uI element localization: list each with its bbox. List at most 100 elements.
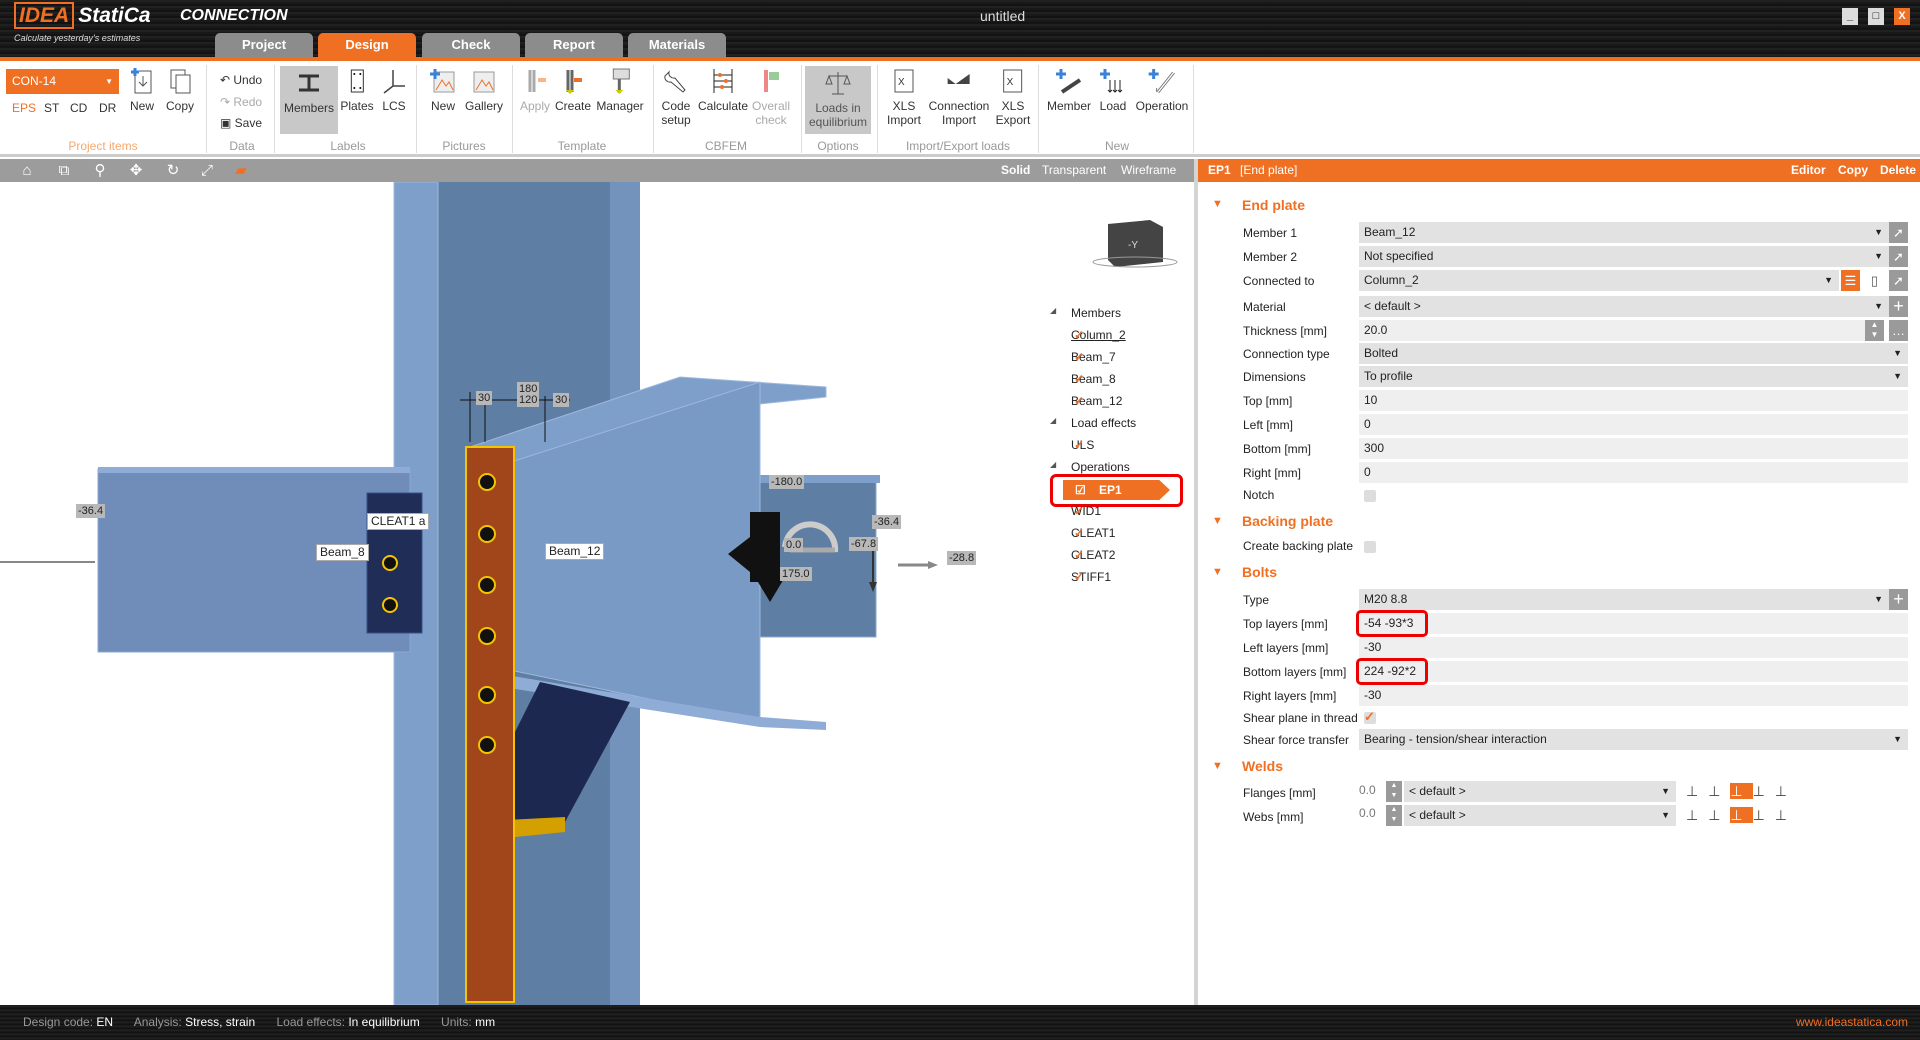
- collapse-icon[interactable]: ▼: [1212, 566, 1223, 578]
- right-layers-input[interactable]: -30: [1359, 685, 1908, 706]
- tree-item[interactable]: ✓ Beam_7: [1071, 350, 1116, 364]
- bottom-input[interactable]: 300: [1359, 438, 1908, 459]
- tree-item[interactable]: ✓ Beam_12: [1071, 394, 1122, 408]
- redo-button[interactable]: ↷ Redo: [220, 95, 262, 109]
- view-solid[interactable]: Solid: [1001, 163, 1030, 177]
- tab-report[interactable]: Report: [525, 33, 623, 57]
- checkbox-icon[interactable]: ✓: [1074, 372, 1084, 386]
- copy-operation-button[interactable]: Copy: [1838, 159, 1868, 182]
- left-layers-input[interactable]: -30: [1359, 637, 1908, 658]
- tree-group-members[interactable]: ◢ Members: [1050, 306, 1121, 320]
- home-icon[interactable]: ⌂: [18, 162, 36, 179]
- member1-select[interactable]: Beam_12 ▼: [1359, 222, 1889, 243]
- stepper-icon[interactable]: ▲ ▼: [1386, 805, 1402, 826]
- checkbox-icon[interactable]: ✓: [1074, 438, 1084, 452]
- calculate-button[interactable]: Calculate: [698, 66, 748, 113]
- tab-design[interactable]: Design: [318, 33, 416, 57]
- right-input[interactable]: 0: [1359, 462, 1908, 483]
- stepper-icon[interactable]: ▲ ▼: [1865, 320, 1884, 341]
- connection-import-button[interactable]: Connection Import: [929, 66, 989, 127]
- maximize-button[interactable]: □: [1868, 8, 1884, 25]
- 3d-viewport[interactable]: -Y CLEAT1 a Beam_8 Beam_12 180 120 30 30…: [0, 182, 1194, 1005]
- xls-export-button[interactable]: X XLS Export: [996, 66, 1030, 127]
- member2-select[interactable]: Not specified ▼: [1359, 246, 1889, 267]
- tree-item[interactable]: ✓ ULS: [1071, 438, 1094, 452]
- new-member-button[interactable]: Member: [1047, 66, 1091, 113]
- project-item-select[interactable]: CON-14 ▼: [6, 69, 119, 94]
- xls-import-button[interactable]: X XLS Import: [887, 66, 921, 127]
- gallery-button[interactable]: Gallery: [465, 66, 503, 113]
- connection-type-select[interactable]: Bolted ▼: [1359, 343, 1908, 364]
- tree-item[interactable]: ✓ STIFF1: [1071, 570, 1111, 584]
- zoom-icon[interactable]: ⚲: [91, 162, 109, 179]
- dimensions-select[interactable]: To profile ▼: [1359, 366, 1908, 387]
- flange-connect-icon[interactable]: ☰: [1841, 270, 1860, 291]
- mode-eps[interactable]: EPS: [12, 101, 36, 115]
- connected-to-select[interactable]: Column_2 ▼: [1359, 270, 1839, 291]
- checkbox-icon[interactable]: ✓: [1074, 548, 1084, 562]
- tree-item[interactable]: ✓ CLEAT2: [1071, 548, 1115, 562]
- checkbox-icon[interactable]: ✓: [1074, 394, 1084, 408]
- pan-icon[interactable]: ✥: [127, 162, 145, 179]
- tree-item[interactable]: ✓ WID1: [1071, 504, 1101, 518]
- pick-cursor-icon[interactable]: ➚: [1889, 270, 1908, 291]
- add-icon[interactable]: +: [1889, 296, 1908, 317]
- web-weld-type-select[interactable]: < default > ▼: [1404, 805, 1676, 826]
- weld-type-icons[interactable]: ⊥⊥⊥⊥⊥: [1686, 805, 1787, 826]
- checkbox-icon[interactable]: ✓: [1074, 570, 1084, 584]
- mode-dr[interactable]: DR: [99, 101, 116, 115]
- pick-cursor-icon[interactable]: ➚: [1889, 222, 1908, 243]
- top-layers-input[interactable]: -54 -93*3: [1359, 613, 1908, 634]
- template-manager-button[interactable]: Manager: [596, 66, 644, 113]
- rotate-icon[interactable]: ↻: [164, 162, 182, 179]
- tab-materials[interactable]: Materials: [628, 33, 726, 57]
- website-link[interactable]: www.ideastatica.com: [1796, 1005, 1908, 1040]
- thickness-input[interactable]: 20.0: [1359, 320, 1865, 341]
- collapse-icon[interactable]: ▼: [1212, 198, 1223, 210]
- checkbox-icon[interactable]: ✓: [1074, 504, 1084, 518]
- loads-in-equilibrium-toggle[interactable]: Loads in equilibrium: [804, 66, 872, 134]
- top-input[interactable]: 10: [1359, 390, 1908, 411]
- new-operation-button[interactable]: Operation: [1136, 66, 1188, 113]
- template-create-button[interactable]: Create: [555, 66, 591, 113]
- labels-plates-button[interactable]: Plates: [340, 66, 374, 113]
- add-icon[interactable]: +: [1889, 589, 1908, 610]
- delete-operation-button[interactable]: Delete: [1880, 159, 1916, 182]
- create-backing-plate-checkbox[interactable]: [1364, 541, 1376, 553]
- minimize-button[interactable]: _: [1842, 8, 1858, 25]
- tree-item[interactable]: ✓ CLEAT1: [1071, 526, 1115, 540]
- tab-project[interactable]: Project: [215, 33, 313, 57]
- collapse-icon[interactable]: ▼: [1212, 515, 1223, 527]
- web-weld-size[interactable]: 0.0: [1359, 806, 1376, 820]
- new-load-button[interactable]: Load: [1098, 66, 1128, 113]
- checkbox-icon[interactable]: ✓: [1074, 350, 1084, 364]
- close-button[interactable]: X: [1894, 8, 1910, 25]
- solid-view-icon[interactable]: ▰: [232, 162, 250, 179]
- collapse-icon[interactable]: ▼: [1212, 760, 1223, 772]
- tree-group-operations[interactable]: ◢ Operations: [1050, 460, 1130, 474]
- flange-weld-type-select[interactable]: < default > ▼: [1404, 781, 1676, 802]
- editor-button[interactable]: Editor: [1791, 159, 1826, 182]
- save-button[interactable]: ▣ Save: [220, 116, 262, 130]
- notch-checkbox[interactable]: [1364, 490, 1376, 502]
- new-item-button[interactable]: New: [127, 66, 157, 113]
- more-icon[interactable]: …: [1889, 320, 1908, 341]
- bolt-type-select[interactable]: M20 8.8 ▼: [1359, 589, 1889, 610]
- labels-lcs-button[interactable]: LCS: [379, 66, 409, 113]
- checkbox-icon[interactable]: ✓: [1074, 526, 1084, 540]
- tab-check[interactable]: Check: [422, 33, 520, 57]
- zoom-window-icon[interactable]: ⧉: [55, 162, 73, 179]
- pick-cursor-icon[interactable]: ➚: [1889, 246, 1908, 267]
- stepper-icon[interactable]: ▲ ▼: [1386, 781, 1402, 802]
- left-input[interactable]: 0: [1359, 414, 1908, 435]
- weld-type-icons[interactable]: ⊥⊥⊥⊥⊥: [1686, 781, 1787, 802]
- tree-item[interactable]: ✓ Beam_8: [1071, 372, 1116, 386]
- material-select[interactable]: < default > ▼: [1359, 296, 1889, 317]
- checkbox-icon[interactable]: ✓: [1074, 328, 1084, 342]
- undo-button[interactable]: ↶ Undo: [220, 73, 262, 87]
- zoom-extents-icon[interactable]: ⤢: [198, 162, 216, 179]
- bottom-layers-input[interactable]: 224 -92*2: [1359, 661, 1908, 682]
- picture-new-button[interactable]: New: [428, 66, 458, 113]
- view-transparent[interactable]: Transparent: [1042, 163, 1106, 177]
- code-setup-button[interactable]: Code setup: [661, 66, 691, 127]
